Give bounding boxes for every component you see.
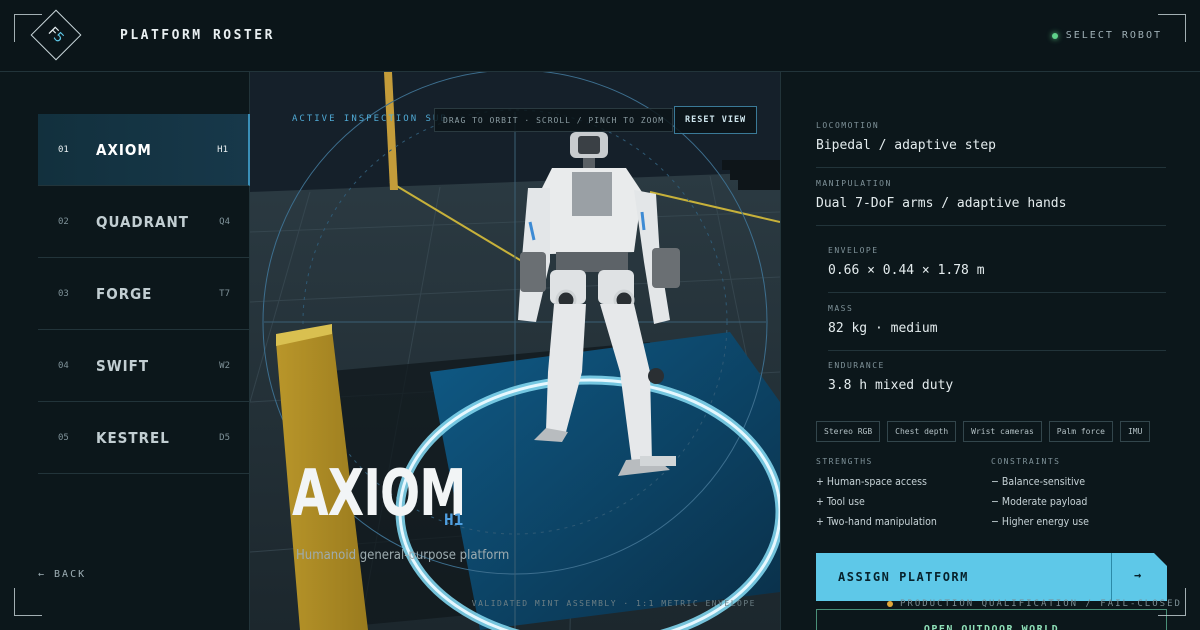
spec-value: 0.66 × 0.44 × 1.78 m: [828, 263, 985, 278]
roster-item-number: 02: [58, 216, 69, 227]
spec-key: ENVELOPE: [828, 246, 879, 255]
sensor-tag: Chest depth: [887, 421, 957, 442]
strength-item: + Human-space access: [816, 476, 927, 488]
roster-item-number: 04: [58, 360, 69, 371]
sensor-tag: Palm force: [1048, 421, 1113, 442]
spec-endurance: ENDURANCE 3.8 h mixed duty: [828, 361, 1166, 408]
roster-item-name: KESTREL: [96, 428, 170, 447]
roster-list: 01 AXIOM H1 02 QUADRANT Q4 03 FORGE T7 0…: [38, 114, 250, 474]
robot-code: H1: [444, 510, 464, 529]
roster-item-quadrant[interactable]: 02 QUADRANT Q4: [38, 186, 250, 258]
spec-value: 82 kg · medium: [828, 321, 938, 336]
strength-item: + Tool use: [816, 496, 865, 508]
roster-sidebar: 01 AXIOM H1 02 QUADRANT Q4 03 FORGE T7 0…: [0, 72, 250, 630]
reset-view-button[interactable]: RESET VIEW: [674, 106, 758, 134]
roster-item-swift[interactable]: 04 SWIFT W2: [38, 330, 250, 402]
roster-item-code: Q4: [219, 216, 230, 227]
production-label: PRODUCTION QUALIFICATION / FAIL-CLOSED: [900, 599, 1182, 609]
roster-item-number: 01: [58, 144, 69, 155]
sensor-tags: Stereo RGB Chest depth Wrist cameras Pal…: [816, 421, 1151, 442]
strengths-list: STRENGTHS + Human-space access + Tool us…: [816, 457, 991, 532]
roster-item-number: 05: [58, 432, 69, 443]
robot-scene: [250, 72, 780, 630]
frame-corner-bottom-right: [1158, 588, 1186, 616]
strengths-constraints: STRENGTHS + Human-space access + Tool us…: [816, 457, 1166, 532]
roster-item-code: D5: [219, 432, 230, 443]
roster-item-code: W2: [219, 360, 230, 371]
spec-value: Dual 7-DoF arms / adaptive hands: [816, 196, 1067, 211]
spec-locomotion: LOCOMOTION Bipedal / adaptive step: [816, 121, 1166, 168]
top-header: F5 PLATFORM ROSTER SELECT ROBOT: [0, 0, 1200, 72]
constraint-item: − Moderate payload: [991, 496, 1088, 508]
roster-item-axiom[interactable]: 01 AXIOM H1: [38, 114, 250, 186]
select-robot-status: SELECT ROBOT: [1051, 30, 1162, 41]
status-dot-icon: [1051, 32, 1058, 39]
orbit-hint: DRAG TO ORBIT · SCROLL / PINCH TO ZOOM: [434, 108, 674, 132]
spec-key: MANIPULATION: [816, 179, 892, 188]
inspection-viewport[interactable]: ACTIVE INSPECTION SUB DRAG TO ORBIT · SC…: [250, 72, 780, 630]
spec-envelope: ENVELOPE 0.66 × 0.44 × 1.78 m: [828, 246, 1166, 293]
roster-item-number: 03: [58, 288, 69, 299]
page-title: PLATFORM ROSTER: [120, 28, 275, 43]
roster-item-forge[interactable]: 03 FORGE T7: [38, 258, 250, 330]
frame-corner-bottom-left: [14, 588, 42, 616]
assign-divider: [1111, 553, 1112, 601]
select-robot-label: SELECT ROBOT: [1065, 30, 1162, 41]
constraints-heading: CONSTRAINTS: [991, 457, 1061, 466]
strengths-heading: STRENGTHS: [816, 457, 873, 466]
frame-corner-top-left: [14, 14, 42, 42]
roster-item-code: H1: [217, 144, 228, 155]
viewport-footer: VALIDATED MINT ASSEMBLY · 1:1 METRIC ENV…: [471, 599, 756, 608]
constraint-item: − Higher energy use: [991, 516, 1089, 528]
spec-panel: LOCOMOTION Bipedal / adaptive step MANIP…: [780, 72, 1200, 630]
roster-item-name: SWIFT: [96, 356, 150, 375]
constraints-list: CONSTRAINTS − Balance-sensitive − Modera…: [991, 457, 1166, 532]
roster-item-code: T7: [219, 288, 230, 299]
status-dot-icon: [887, 601, 893, 607]
spec-value: 3.8 h mixed duty: [828, 378, 954, 393]
open-outdoor-world-button[interactable]: OPEN OUTDOOR WORLD: [816, 609, 1167, 630]
assign-platform-label: ASSIGN PLATFORM: [838, 570, 969, 584]
assign-platform-button[interactable]: ASSIGN PLATFORM →: [816, 553, 1167, 601]
strength-item: + Two-hand manipulation: [816, 516, 937, 528]
spec-key: MASS: [828, 304, 854, 313]
sensor-tag: IMU: [1119, 421, 1151, 442]
robot-name-title: AXIOM: [292, 457, 466, 531]
robot-subtitle: Humanoid general-purpose platform: [296, 548, 510, 563]
roster-item-name: AXIOM: [96, 140, 152, 159]
roster-item-name: FORGE: [96, 284, 153, 303]
back-button[interactable]: ← BACK: [38, 569, 86, 580]
spec-key: LOCOMOTION: [816, 121, 880, 130]
spec-manipulation: MANIPULATION Dual 7-DoF arms / adaptive …: [816, 179, 1166, 226]
spec-mass: MASS 82 kg · medium: [828, 304, 1166, 351]
frame-corner-top-right: [1158, 14, 1186, 42]
spec-value: Bipedal / adaptive step: [816, 138, 997, 153]
production-status: PRODUCTION QUALIFICATION / FAIL-CLOSED: [887, 599, 1182, 609]
sensor-tag: Stereo RGB: [816, 421, 881, 442]
inspection-label: ACTIVE INSPECTION SUB: [292, 114, 448, 124]
constraint-item: − Balance-sensitive: [991, 476, 1086, 488]
roster-item-kestrel[interactable]: 05 KESTREL D5: [38, 402, 250, 474]
sensor-tag: Wrist cameras: [963, 421, 1042, 442]
roster-item-name: QUADRANT: [96, 212, 189, 231]
arrow-right-icon: →: [1134, 568, 1142, 582]
spec-key: ENDURANCE: [828, 361, 885, 370]
